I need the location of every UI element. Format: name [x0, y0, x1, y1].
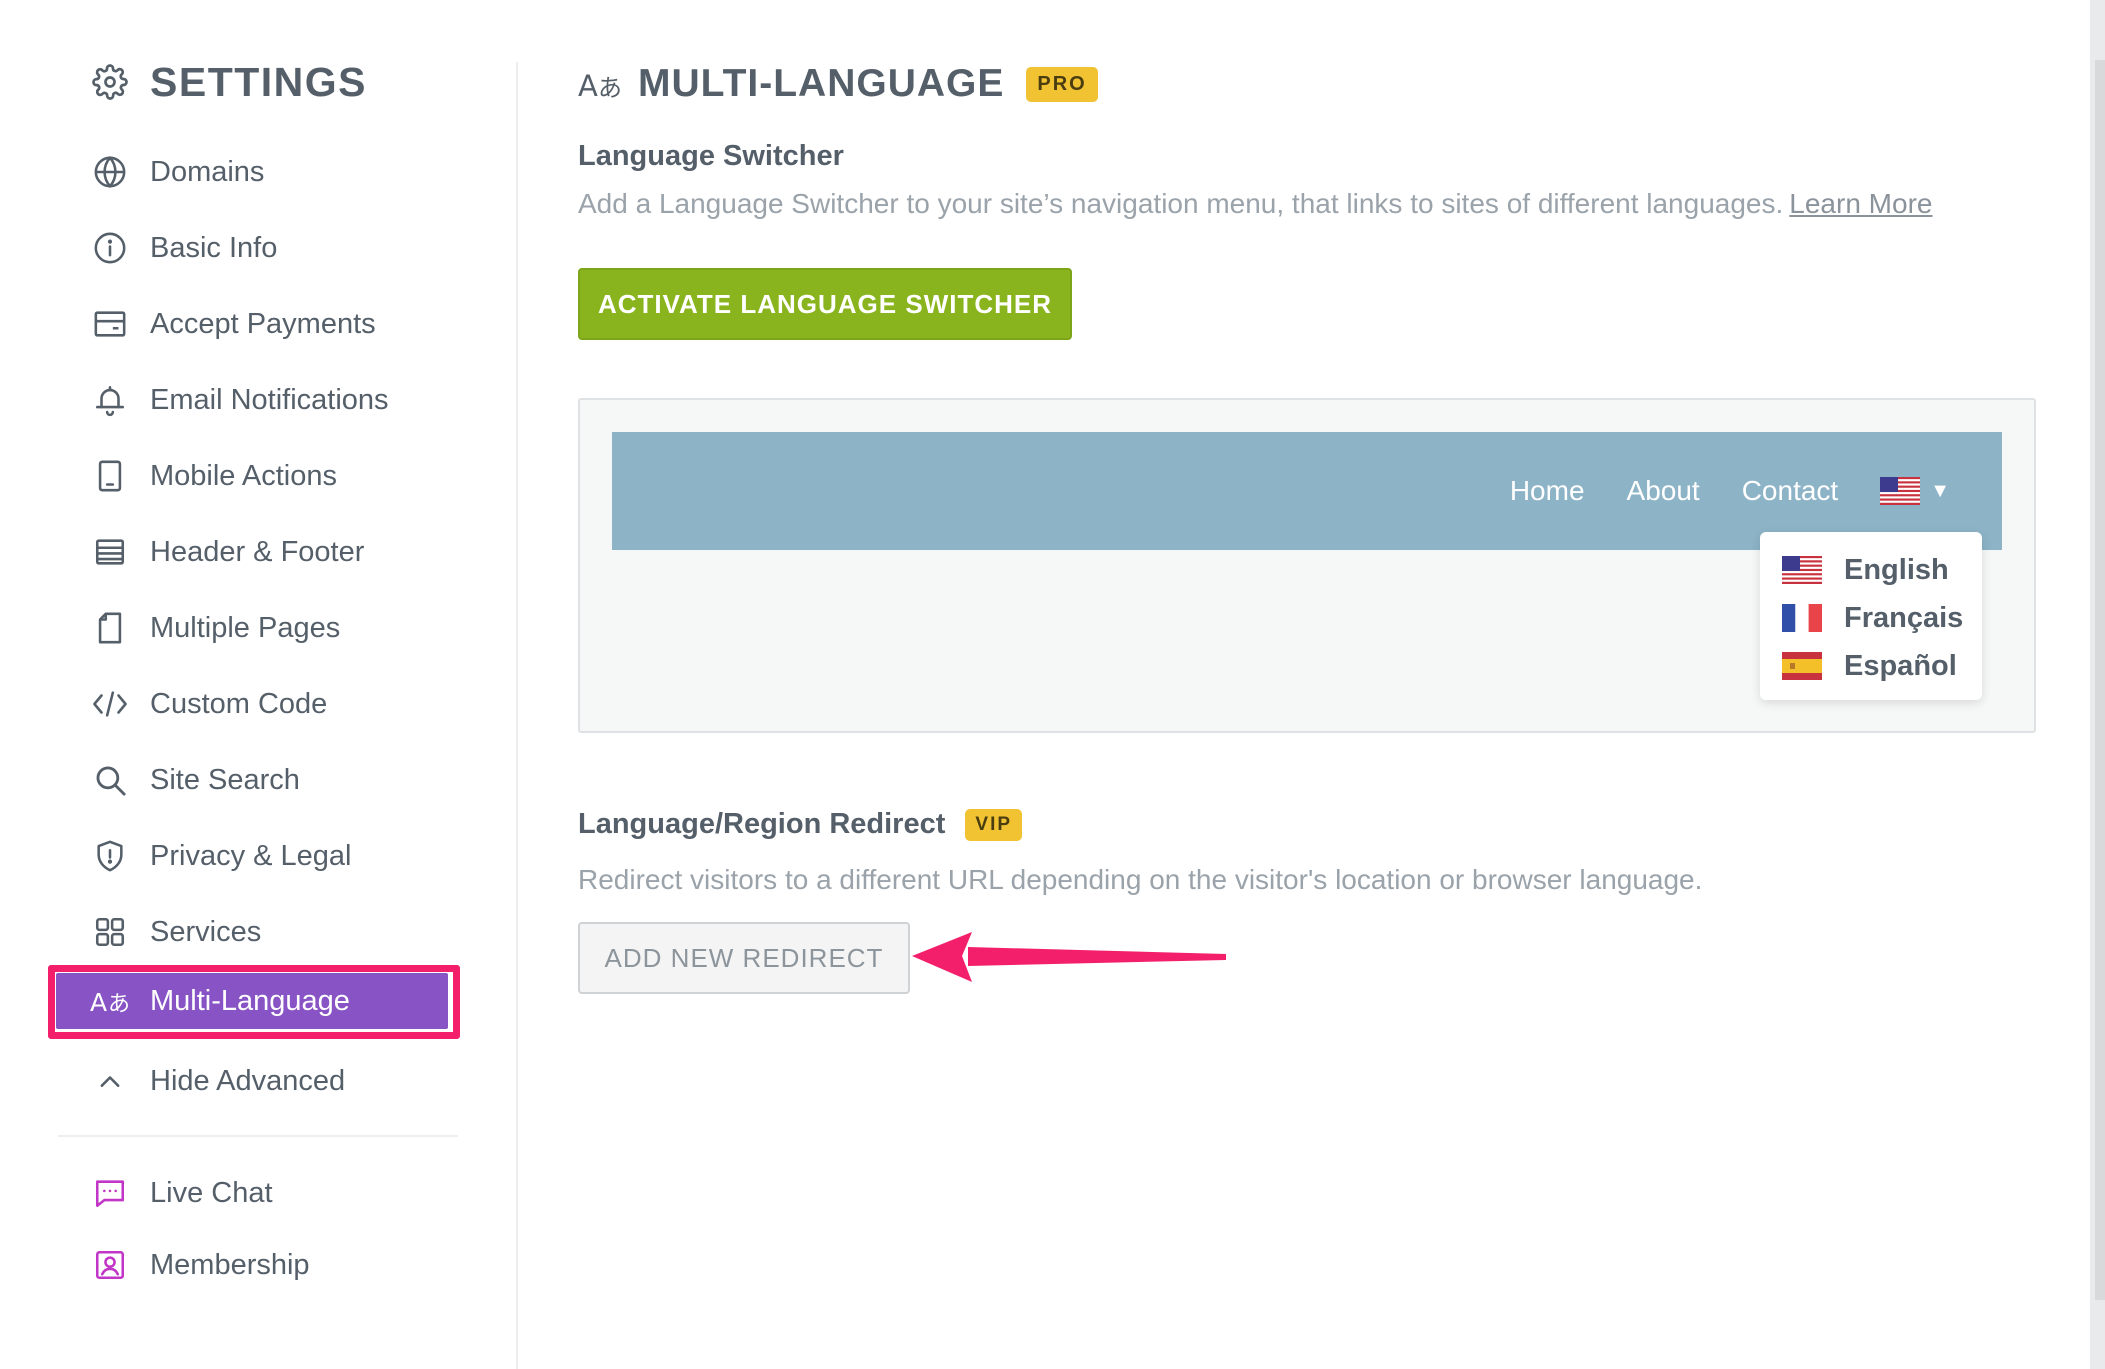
fr-flag-icon [1782, 604, 1822, 632]
activate-language-switcher-button[interactable]: ACTIVATE LANGUAGE SWITCHER [578, 268, 1072, 340]
main-content: Aあ MULTI-LANGUAGE PRO Language Switcher … [578, 0, 2048, 1369]
sidebar-item-label: Hide Advanced [150, 1064, 346, 1097]
sidebar-item-privacy-legal[interactable]: Privacy & Legal [90, 826, 470, 886]
us-flag-icon [1880, 477, 1921, 505]
page-title: MULTI-LANGUAGE [638, 62, 1005, 105]
sidebar-item-multi-language[interactable]: Aあ Multi-Language [90, 973, 470, 1029]
info-icon [90, 228, 130, 268]
sidebar-item-label: Domains [150, 155, 265, 188]
search-icon [90, 760, 130, 800]
sidebar-item-services[interactable]: Services [90, 902, 470, 962]
page-header: Aあ MULTI-LANGUAGE PRO [578, 56, 1098, 112]
language-option-espanol: Español [1782, 642, 1982, 690]
sidebar-item-membership[interactable]: Membership [90, 1235, 470, 1295]
caret-down-icon: ▼ [1930, 479, 1950, 502]
sidebar-item-email-notifications[interactable]: Email Notifications [90, 370, 470, 430]
globe-icon [90, 152, 130, 192]
pages-icon [90, 608, 130, 648]
svg-text:あ: あ [598, 74, 622, 102]
sidebar-item-site-search[interactable]: Site Search [90, 750, 470, 810]
settings-sidebar: SETTINGS Domains Basic Info Accept Payme… [0, 0, 517, 1369]
scrollbar-track[interactable] [2095, 60, 2105, 1300]
sidebar-item-live-chat[interactable]: Live Chat [90, 1163, 470, 1223]
preview-nav-home: Home [1509, 475, 1585, 506]
preview-nav-about: About [1626, 475, 1700, 506]
vip-badge: VIP [965, 808, 1023, 841]
code-icon [90, 684, 130, 724]
layout-icon [90, 532, 130, 572]
sidebar-item-multiple-pages[interactable]: Multiple Pages [90, 598, 470, 658]
us-flag-icon [1782, 556, 1822, 584]
sidebar-item-label: Privacy & Legal [150, 839, 352, 872]
svg-text:A: A [90, 988, 107, 1017]
bell-icon [90, 380, 130, 420]
language-option-francais: Français [1782, 594, 1982, 642]
language-switcher-description-text: Add a Language Switcher to your site’s n… [578, 188, 1784, 219]
language-switcher-description: Add a Language Switcher to your site’s n… [578, 188, 1932, 220]
language-name: Français [1844, 601, 1964, 634]
pointer-arrow-annotation [912, 932, 1226, 982]
language-name: English [1844, 553, 1949, 586]
sidebar-divider [58, 1135, 458, 1137]
sidebar-item-label: Membership [150, 1248, 310, 1281]
sidebar-item-label: Site Search [150, 763, 300, 796]
sidebar-item-label: Multiple Pages [150, 611, 341, 644]
wallet-icon [90, 304, 130, 344]
language-option-english: English [1782, 546, 1982, 594]
language-name: Español [1844, 649, 1957, 682]
member-icon [90, 1245, 130, 1285]
language-region-redirect-title: Language/Region Redirect VIP [578, 808, 1023, 841]
sidebar-item-mobile-actions[interactable]: Mobile Actions [90, 446, 470, 506]
language-region-redirect-title-text: Language/Region Redirect [578, 808, 946, 840]
chat-icon [90, 1173, 130, 1213]
shield-icon [90, 836, 130, 876]
sidebar-item-label: Live Chat [150, 1176, 273, 1209]
sidebar-item-domains[interactable]: Domains [90, 142, 470, 202]
sidebar-item-label: Mobile Actions [150, 459, 337, 492]
gear-icon [90, 62, 130, 102]
language-region-redirect-description: Redirect visitors to a different URL dep… [578, 864, 1703, 895]
settings-header: SETTINGS [90, 52, 367, 112]
svg-text:あ: あ [108, 992, 130, 1017]
language-switcher-title: Language Switcher [578, 140, 844, 172]
sidebar-item-accept-payments[interactable]: Accept Payments [90, 294, 470, 354]
translate-icon: Aあ [578, 62, 622, 106]
sidebar-item-label: Basic Info [150, 231, 278, 264]
preview-nav-contact: Contact [1741, 475, 1839, 506]
sidebar-item-label: Multi-Language [150, 984, 350, 1017]
chevron-up-icon [90, 1061, 130, 1101]
sidebar-item-hide-advanced[interactable]: Hide Advanced [90, 1051, 470, 1111]
mobile-icon [90, 456, 130, 496]
sidebar-item-label: Header & Footer [150, 535, 365, 568]
translate-icon: Aあ [90, 981, 130, 1021]
es-flag-icon [1782, 652, 1822, 680]
settings-title: SETTINGS [150, 58, 368, 105]
preview-language-dropdown: English Français Español [1760, 532, 1982, 700]
pro-badge: PRO [1026, 66, 1098, 102]
add-new-redirect-button[interactable]: ADD NEW REDIRECT [578, 922, 910, 994]
sidebar-item-custom-code[interactable]: Custom Code [90, 674, 470, 734]
grid-icon [90, 912, 130, 952]
preview-language-toggle: ▼ [1880, 477, 1950, 505]
learn-more-link[interactable]: Learn More [1789, 188, 1932, 219]
sidebar-item-label: Accept Payments [150, 307, 376, 340]
language-switcher-preview: Home About Contact ▼ English Français Es… [578, 398, 2036, 733]
svg-text:A: A [578, 69, 598, 103]
sidebar-item-basic-info[interactable]: Basic Info [90, 218, 470, 278]
sidebar-item-label: Services [150, 915, 262, 948]
sidebar-item-label: Email Notifications [150, 383, 389, 416]
sidebar-separator [516, 62, 518, 1369]
sidebar-item-label: Custom Code [150, 687, 328, 720]
sidebar-item-header-footer[interactable]: Header & Footer [90, 522, 470, 582]
